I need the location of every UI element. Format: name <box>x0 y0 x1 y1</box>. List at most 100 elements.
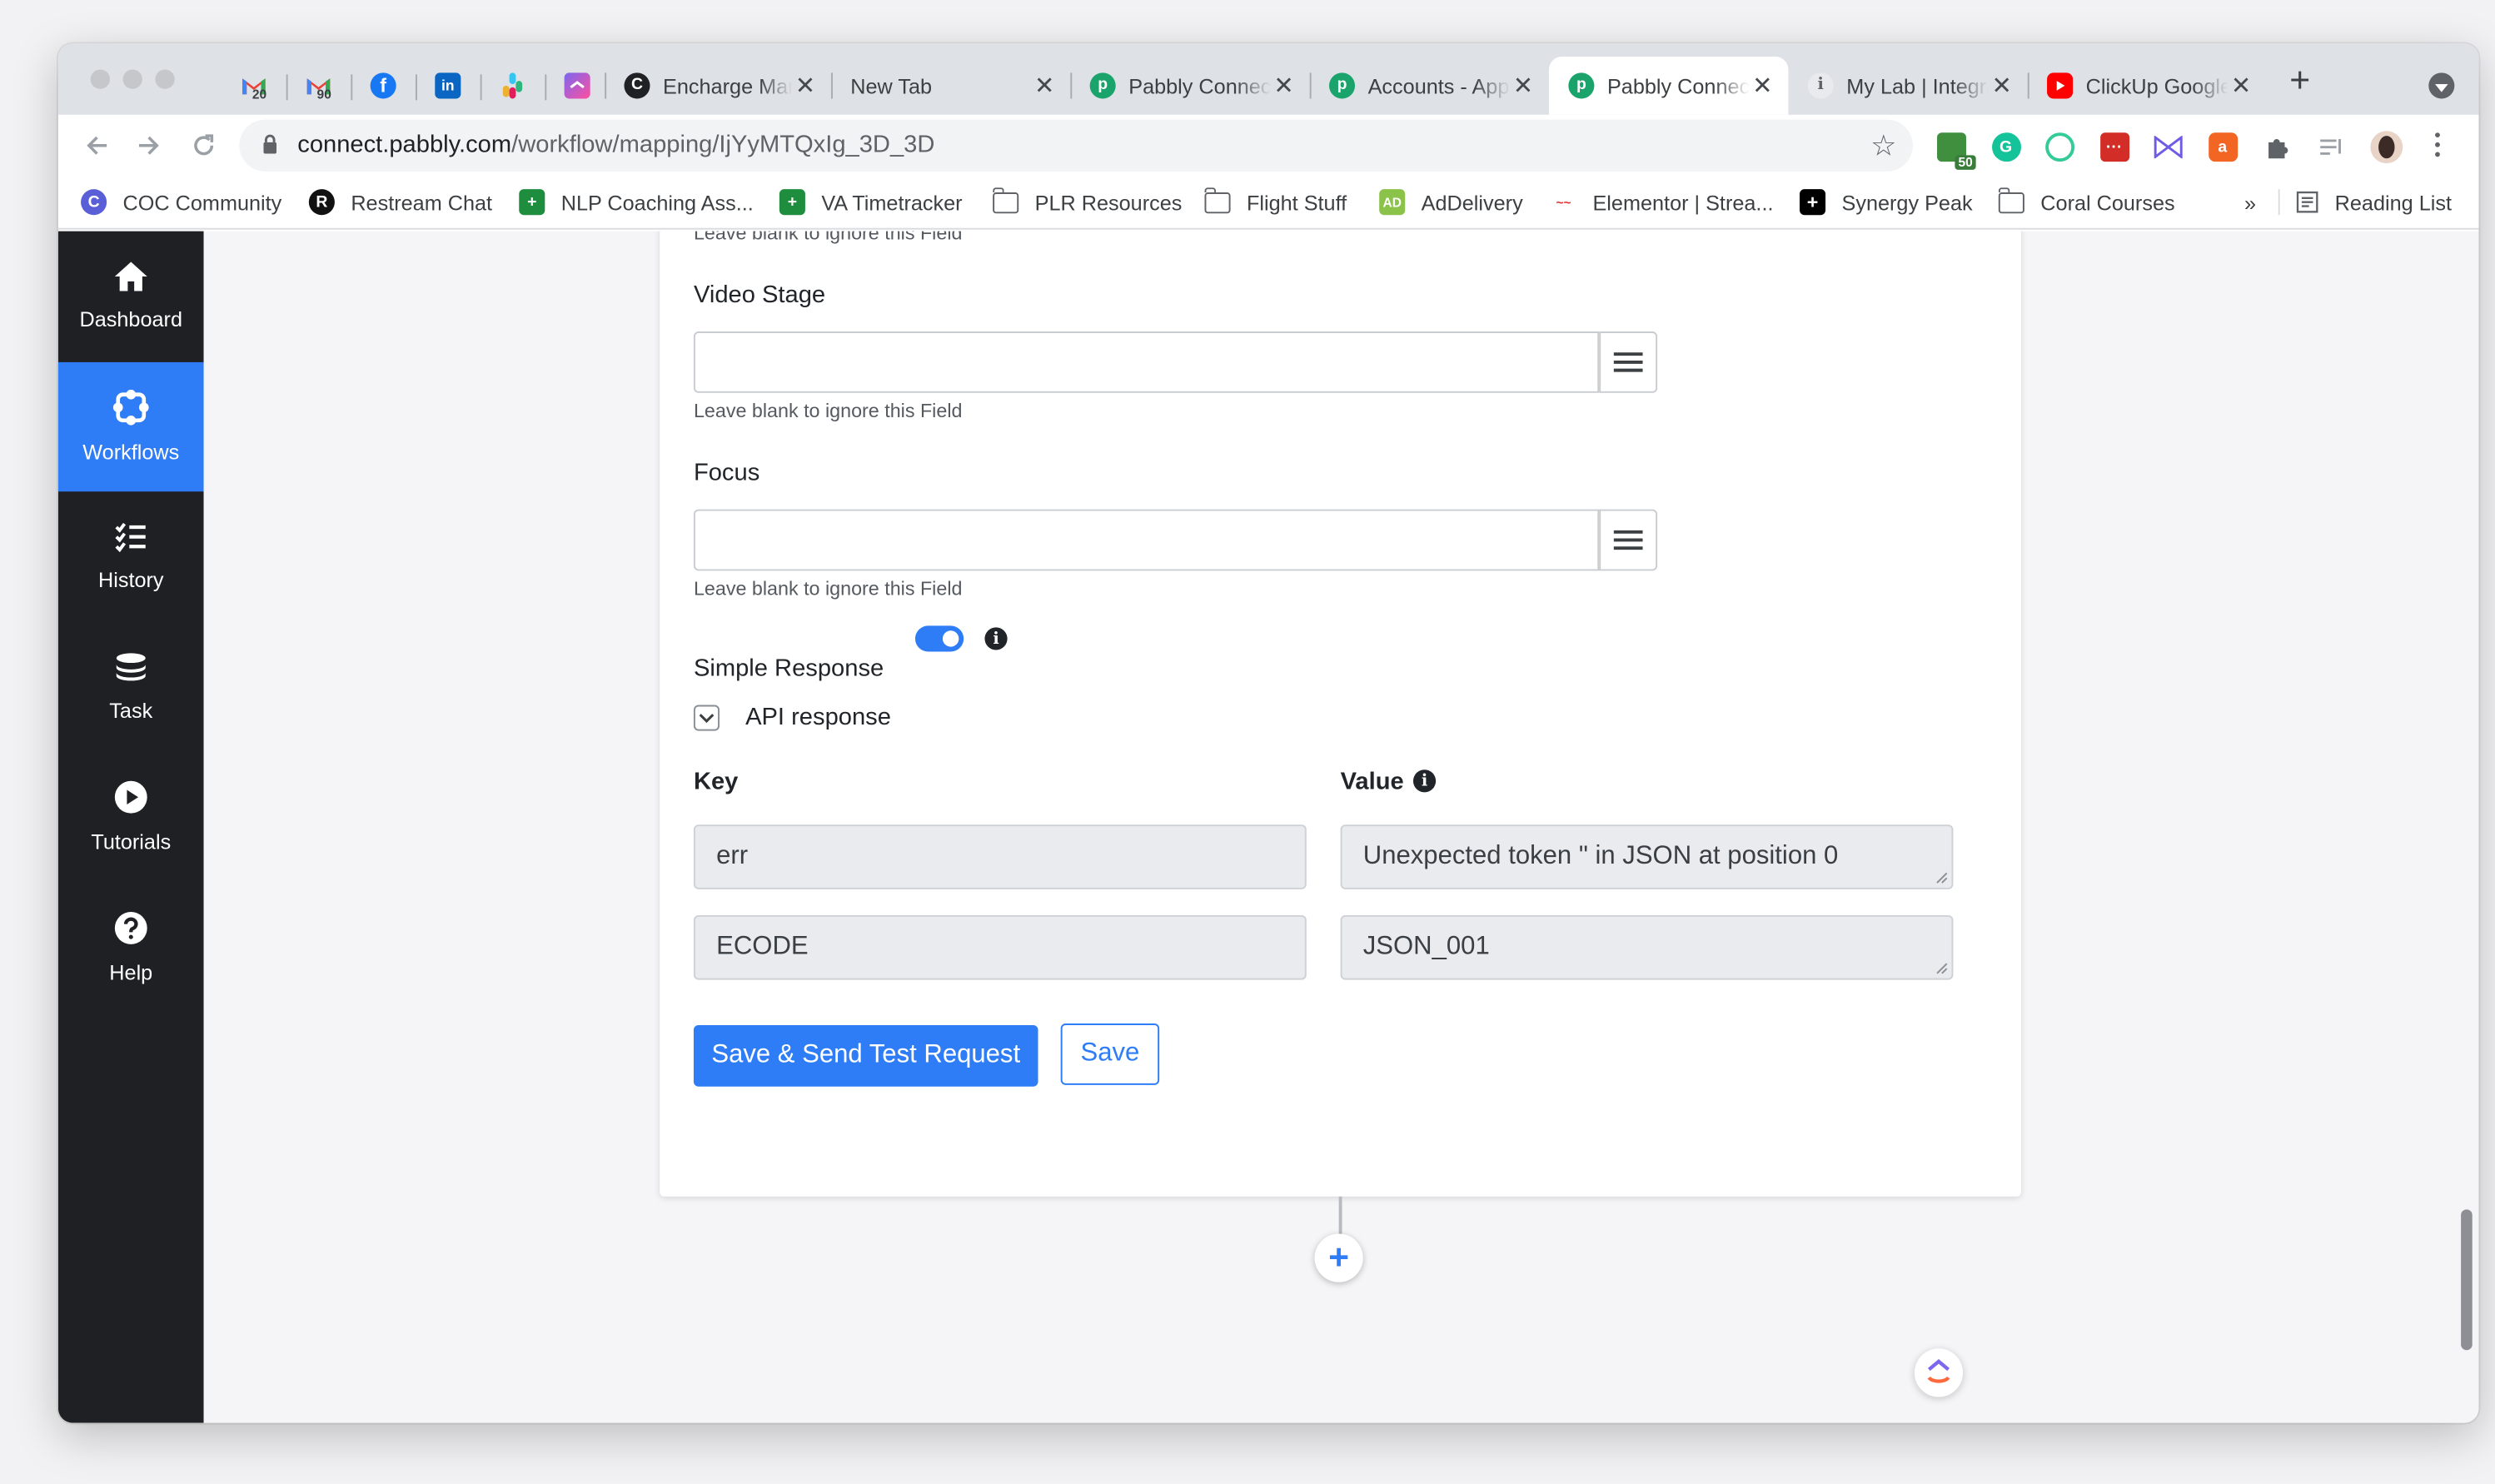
bookmark-restream-chat[interactable]: R Restream Chat <box>308 186 492 218</box>
tab-new-tab[interactable]: New Tab ✕ <box>830 57 1070 115</box>
back-icon[interactable] <box>77 126 117 165</box>
resize-handle-icon[interactable] <box>1935 962 1949 975</box>
close-tab-icon[interactable]: ✕ <box>1271 71 1297 100</box>
close-tab-icon[interactable]: ✕ <box>2229 71 2254 100</box>
restream-icon: R <box>308 189 335 216</box>
bowtie-icon[interactable] <box>2154 132 2183 162</box>
address-bar[interactable]: connect.pabbly.com/workflow/mapping/IjYy… <box>239 119 1913 172</box>
close-window-button[interactable] <box>90 69 111 89</box>
tab-my-lab[interactable]: i My Lab | Integrations ✕ <box>1788 57 2027 115</box>
clickup-icon <box>564 72 590 99</box>
bookmarks-overflow-button[interactable]: » <box>2244 186 2256 218</box>
tab-encharge[interactable]: C Encharge Marketing ✕ <box>605 57 831 115</box>
sidebar-item-label: Dashboard <box>79 307 183 332</box>
maximize-window-button[interactable] <box>155 69 175 89</box>
bookmark-label: Coral Courses <box>2040 190 2175 215</box>
tab-search-icon[interactable] <box>2428 72 2455 99</box>
info-icon[interactable]: i <box>984 627 1008 650</box>
response-value-field: JSON_001 <box>1340 914 1954 980</box>
tab-accounts[interactable]: p Accounts - Apps ✕ <box>1309 57 1549 115</box>
focus-input[interactable] <box>693 509 1600 571</box>
pinned-tab-linkedin[interactable]: in <box>415 63 481 108</box>
reading-list-icon <box>2296 191 2318 213</box>
info-icon[interactable]: i <box>1412 769 1437 793</box>
gmail-badge: 90 <box>316 87 331 102</box>
coc-icon: C <box>81 189 107 216</box>
bookmark-coc-community[interactable]: C COC Community <box>81 186 281 218</box>
extension-counter-icon[interactable]: 50 <box>1937 132 1976 170</box>
grammarly-icon[interactable]: G <box>1991 132 2021 162</box>
bookmark-coral-courses[interactable]: Coral Courses <box>1997 186 2175 218</box>
close-tab-icon[interactable]: ✕ <box>1750 71 1775 100</box>
page-scrollbar[interactable] <box>2461 1209 2473 1351</box>
browser-menu-icon[interactable] <box>2435 132 2442 157</box>
main-content: Leave blank to ignore this Field Video S… <box>203 231 2479 1423</box>
sidebar-item-tutorials[interactable]: Tutorials <box>58 752 204 882</box>
close-tab-icon[interactable]: ✕ <box>1032 71 1058 100</box>
extensions-puzzle-icon[interactable] <box>2262 132 2291 162</box>
sidebar-item-help[interactable]: Help <box>58 882 204 1012</box>
tab-title: Pabbly Connect <box>1128 73 1272 98</box>
pinned-tab-slack[interactable] <box>480 63 545 108</box>
lastpass-icon[interactable]: ··· <box>2099 132 2129 162</box>
tab-pabbly-1[interactable]: p Pabbly Connect ✕ <box>1070 57 1309 115</box>
bookmarks-bar: C COC Community R Restream Chat + NLP Co… <box>57 176 2479 230</box>
tab-list: C Encharge Marketing ✕ New Tab ✕ p Pabbl… <box>605 56 2267 115</box>
bookmark-addelivery[interactable]: AD AdDelivery <box>1379 186 1523 218</box>
new-tab-button[interactable]: + <box>2289 62 2310 99</box>
play-icon <box>114 781 147 814</box>
resize-handle-icon[interactable] <box>1935 872 1949 885</box>
amazon-assistant-icon[interactable]: a <box>2208 132 2238 162</box>
close-tab-icon[interactable]: ✕ <box>1989 71 2014 100</box>
pabbly-icon: p <box>1328 72 1356 99</box>
sidebar-item-task[interactable]: Task <box>58 622 204 752</box>
close-tab-icon[interactable]: ✕ <box>1510 71 1536 100</box>
bookmark-synergy-peak[interactable]: + Synergy Peak <box>1800 186 1973 218</box>
bookmark-nlp-coaching[interactable]: + NLP Coaching Ass... <box>519 186 754 218</box>
reload-icon[interactable] <box>184 126 223 165</box>
home-icon <box>114 262 147 291</box>
save-and-send-test-button[interactable]: Save & Send Test Request <box>693 1024 1038 1087</box>
info-icon: i <box>1807 72 1834 99</box>
api-response-collapse-toggle[interactable] <box>693 705 720 731</box>
browser-window: 20 90 f in C Encharge Ma ✕ New Tab ✕ p P… <box>57 43 2479 1423</box>
pinned-tab-gmail-2[interactable]: 90 <box>286 63 351 108</box>
video-stage-input[interactable] <box>693 331 1600 393</box>
focus-map-button[interactable] <box>1599 509 1658 571</box>
bookmark-flight-stuff[interactable]: Flight Stuff <box>1203 186 1347 218</box>
sidebar-item-workflows[interactable]: Workflows <box>57 361 204 492</box>
media-queue-icon[interactable] <box>2316 132 2345 162</box>
tab-strip: 20 90 f in C Encharge Ma ✕ New Tab ✕ p P… <box>57 43 2479 115</box>
save-button[interactable]: Save <box>1060 1023 1160 1085</box>
response-value-field: Unexpected token " in JSON at position 0 <box>1340 824 1954 889</box>
task-icon <box>116 652 146 680</box>
field-hint: Leave blank to ignore this Field <box>693 577 963 600</box>
clickup-widget-icon[interactable] <box>1914 1348 1964 1397</box>
bookmark-va-timetracker[interactable]: + VA Timetracker <box>779 186 963 218</box>
sidebar-item-history[interactable]: History <box>58 491 204 621</box>
simple-response-toggle[interactable] <box>914 625 964 652</box>
pinned-tab-facebook[interactable]: f <box>351 63 416 108</box>
bookmark-star-icon[interactable]: ☆ <box>1870 129 1896 163</box>
minimize-window-button[interactable] <box>122 69 142 89</box>
tab-clickup-youtube[interactable]: ClickUp Google ✕ <box>2027 57 2267 115</box>
tab-pabbly-active[interactable]: p Pabbly Connect ✕ <box>1549 56 1789 115</box>
elementor-icon: ~~ <box>1556 194 1571 210</box>
simple-response-label: Simple Response <box>693 655 884 683</box>
forward-icon[interactable] <box>129 126 168 165</box>
bookmark-plr-resources[interactable]: PLR Resources <box>992 186 1182 218</box>
close-tab-icon[interactable]: ✕ <box>792 71 818 100</box>
key-column-header: Key <box>693 768 739 796</box>
loom-icon[interactable] <box>2045 132 2075 162</box>
addelivery-icon: AD <box>1379 189 1406 216</box>
add-step-button[interactable]: + <box>1314 1233 1363 1282</box>
video-stage-map-button[interactable] <box>1599 331 1658 393</box>
lock-icon <box>263 134 277 154</box>
pinned-tab-clickup[interactable] <box>545 63 610 108</box>
reading-list-button[interactable]: Reading List <box>2296 186 2452 218</box>
pinned-tab-gmail-1[interactable]: 20 <box>222 63 286 108</box>
url-host: connect.pabbly.com <box>297 131 512 159</box>
profile-avatar[interactable] <box>2370 131 2403 164</box>
sidebar-item-dashboard[interactable]: Dashboard <box>58 232 204 361</box>
bookmark-elementor[interactable]: ~~ Elementor | Strea... <box>1551 186 1773 218</box>
